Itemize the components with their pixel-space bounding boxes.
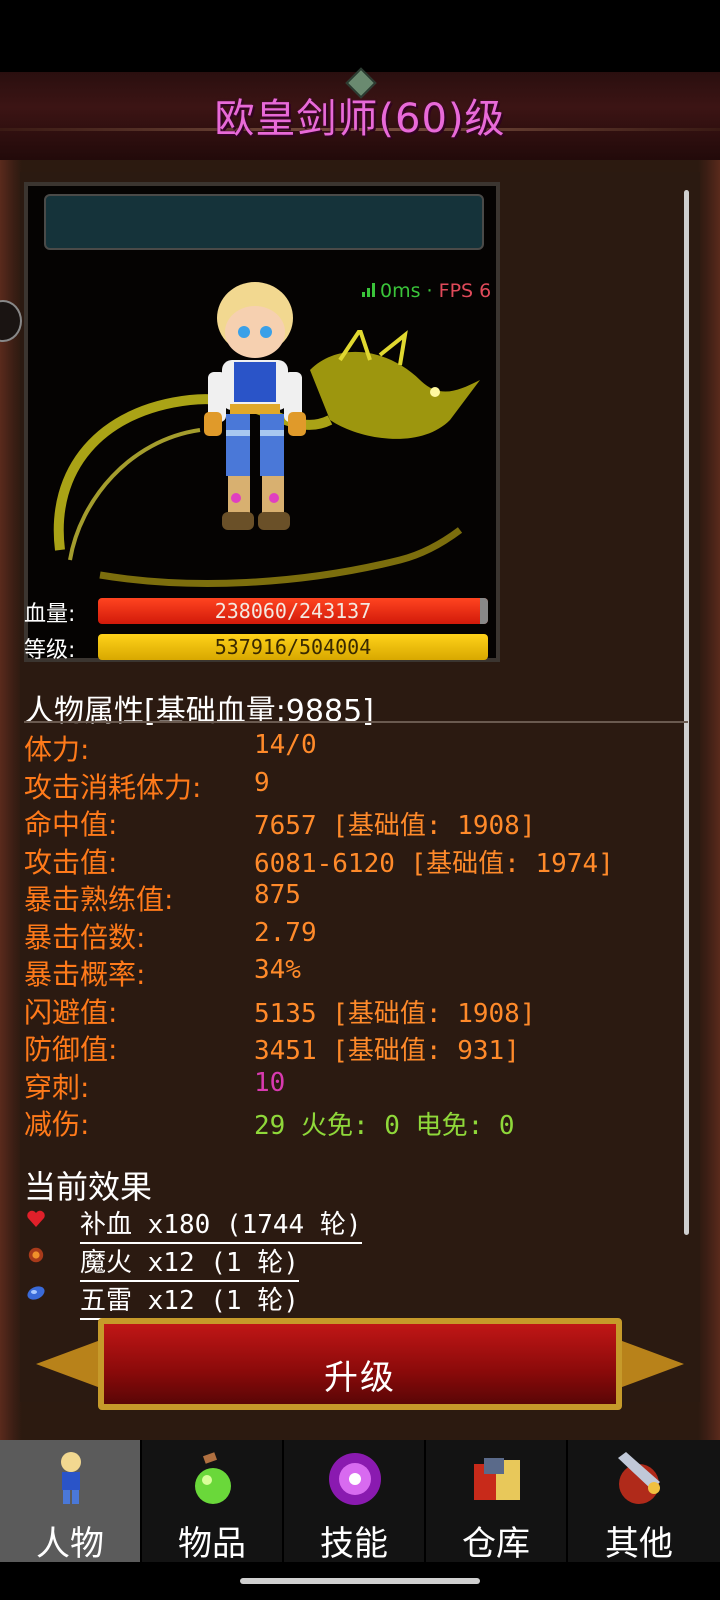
nav-label: 物品: [178, 1524, 246, 1564]
hp-value: 238060/243137: [214, 599, 372, 623]
effect-item[interactable]: 五雷 x12 (1 轮): [80, 1280, 299, 1320]
stat-value: 5135 [基础值: 1908]: [254, 998, 536, 1029]
exp-bar: 537916/504004: [98, 634, 488, 660]
stat-value: 7657 [基础值: 1908]: [254, 811, 536, 841]
network-separator: ·: [426, 280, 433, 302]
signal-icon: [362, 283, 376, 297]
nav-tab-skills[interactable]: 技能: [284, 1440, 426, 1564]
nav-label: 人物: [36, 1524, 104, 1564]
stat-value: 3451 [基础值: 931]: [254, 1036, 520, 1066]
stat-label: 命中值:: [24, 808, 118, 841]
effects-header: 当前效果: [24, 1168, 153, 1206]
potion-icon: [195, 1452, 231, 1504]
upgrade-button[interactable]: 升级: [98, 1318, 622, 1410]
nav-tab-storage[interactable]: 仓库: [426, 1440, 568, 1564]
scrollbar[interactable]: [684, 190, 689, 1235]
upgrade-bar: 升级: [36, 1318, 684, 1412]
network-status: 0ms · FPS 6: [362, 280, 491, 302]
stat-value: 2.79: [254, 917, 317, 948]
stat-value: 34%: [254, 955, 301, 985]
storage-icon: [474, 1458, 520, 1500]
stat-label: 减伤:: [24, 1108, 90, 1141]
attributes-header: 人物属性[基础血量:9885]: [24, 694, 374, 729]
heart-icon: [27, 1210, 45, 1227]
effect-item[interactable]: 补血 x180 (1744 轮): [80, 1204, 362, 1244]
hp-label: 血量:: [24, 602, 76, 627]
stat-label: 攻击消耗体力:: [24, 770, 202, 804]
other-icon: [618, 1452, 660, 1504]
nav-label: 技能: [320, 1524, 388, 1564]
nav-tab-character[interactable]: 人物: [0, 1440, 142, 1564]
stat-value: 6081-6120 [基础值: 1974]: [254, 848, 614, 879]
level-label: 等级:: [24, 638, 76, 663]
ping-value: 0ms: [380, 280, 421, 302]
stat-value: 875: [254, 880, 301, 910]
upgrade-right-ornament: [614, 1338, 684, 1390]
nav-label: 仓库: [462, 1524, 530, 1564]
stat-label: 攻击值:: [24, 845, 118, 879]
stat-label: 体力:: [24, 733, 90, 766]
fire-icon: [28, 1247, 44, 1263]
stat-label: 暴击熟练值:: [24, 883, 174, 916]
status-bar: [0, 0, 720, 72]
portrait-name-plate: [44, 194, 484, 250]
stat-value: 29 火免: 0 电免: 0: [254, 1111, 515, 1141]
stat-label: 穿刺:: [24, 1070, 90, 1104]
hp-bar: 238060/243137: [98, 598, 488, 624]
nav-tab-other[interactable]: 其他: [568, 1440, 710, 1564]
title-bar: 欧皇剑师(60)级: [0, 67, 720, 163]
thunder-icon: [27, 1286, 45, 1300]
stat-label: 防御值:: [24, 1033, 118, 1066]
page-title: 欧皇剑师(60)级: [214, 96, 506, 142]
home-indicator: [0, 1562, 720, 1600]
character-icon: [61, 1452, 81, 1504]
nav-tab-items[interactable]: 物品: [142, 1440, 284, 1564]
stat-value: 14/0: [254, 730, 317, 760]
bottom-nav: 人物 物品 技能 仓库 其他: [0, 1440, 720, 1564]
upgrade-left-ornament: [36, 1338, 106, 1390]
nav-label: 其他: [605, 1524, 673, 1564]
character-sprite: [204, 282, 306, 530]
stat-label: 暴击倍数:: [24, 920, 146, 954]
attributes-divider: [24, 721, 688, 723]
exp-value: 537916/504004: [214, 635, 372, 659]
stat-value: 10: [254, 1067, 286, 1098]
effect-item[interactable]: 魔火 x12 (1 轮): [80, 1242, 299, 1282]
stat-label: 暴击概率:: [24, 958, 146, 991]
upgrade-button-label: 升级: [324, 1358, 396, 1398]
stat-value: 9: [254, 767, 270, 798]
skill-orb-icon: [329, 1453, 381, 1505]
stat-label: 闪避值:: [24, 995, 118, 1029]
fps-value: FPS 6: [438, 280, 492, 302]
